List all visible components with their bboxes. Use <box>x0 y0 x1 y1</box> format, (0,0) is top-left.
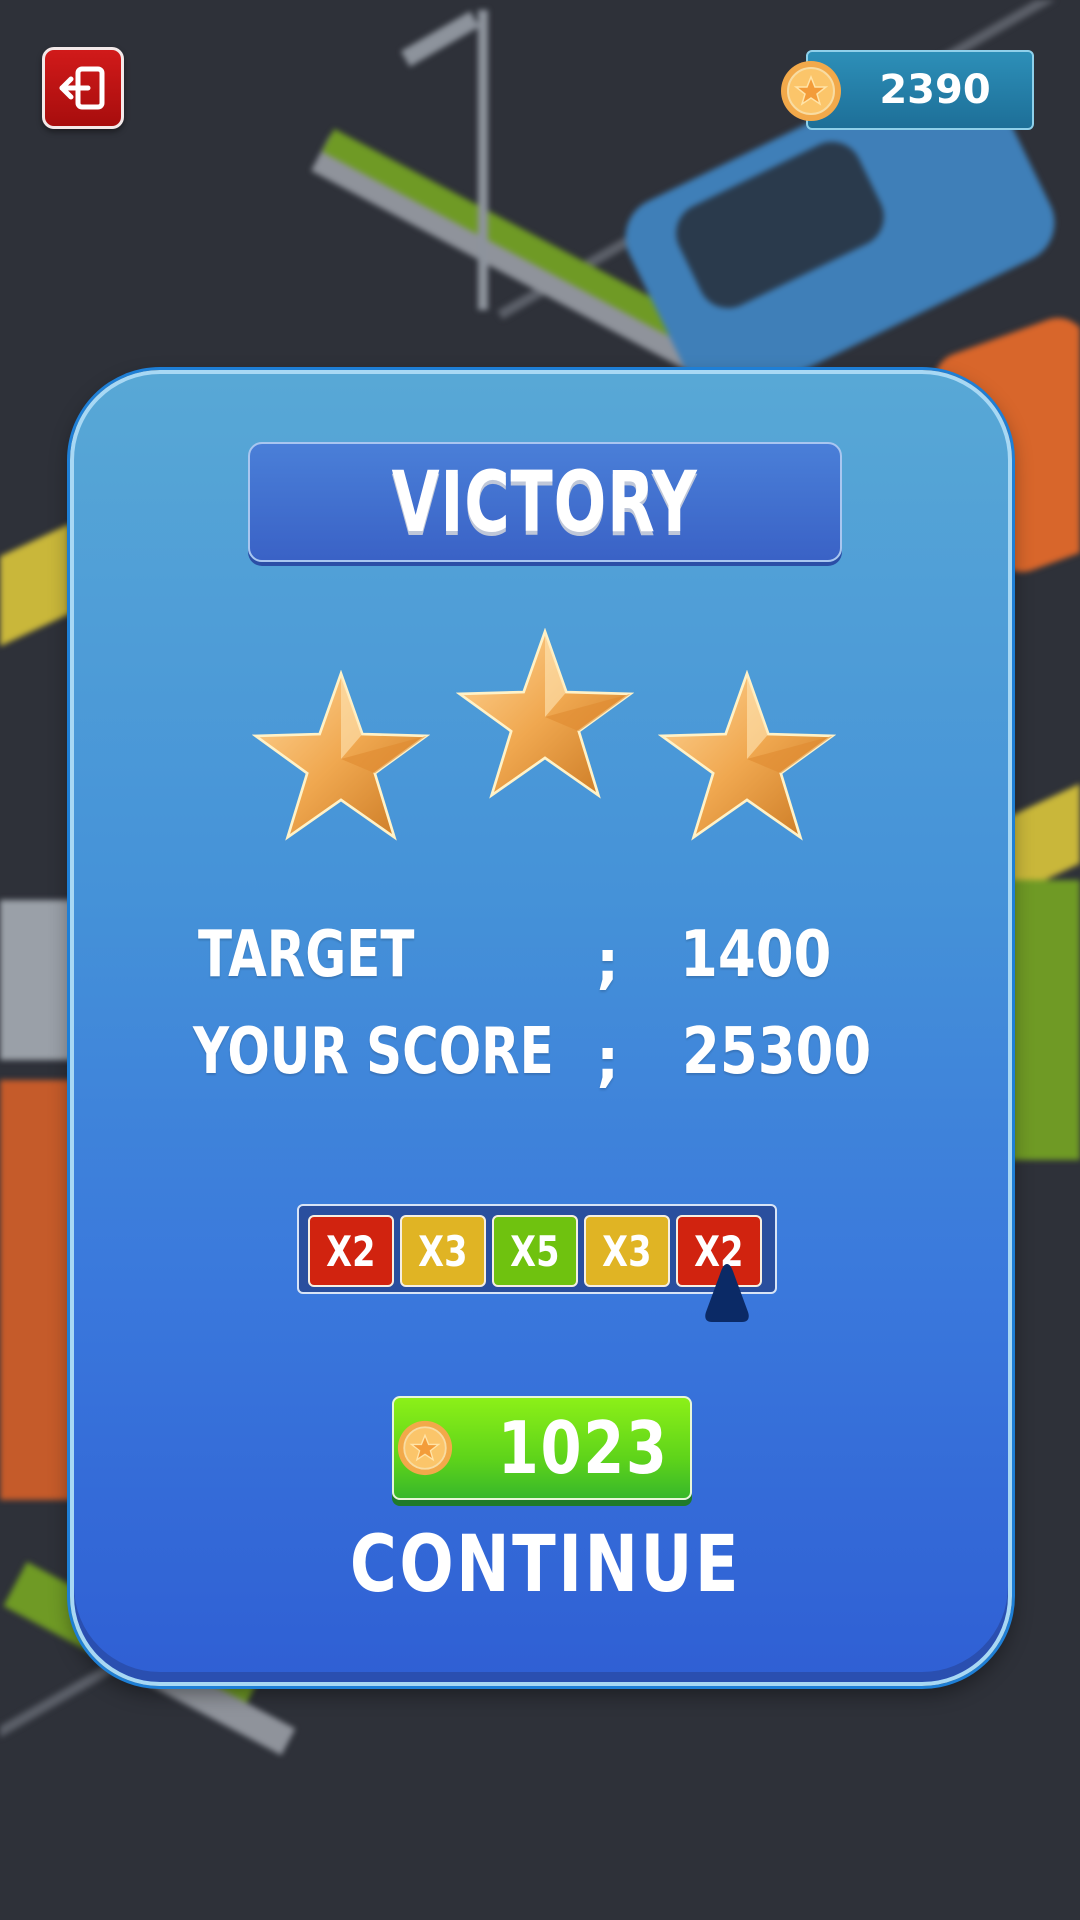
street-lamp <box>478 10 488 310</box>
star-icon <box>456 628 634 799</box>
coin-star-icon <box>397 1420 452 1476</box>
multiplier-x5: X5 <box>492 1215 578 1287</box>
star-icon <box>252 670 430 841</box>
title-plate: VICTORY <box>248 442 842 562</box>
claim-reward-button[interactable]: 1023 <box>392 1396 692 1500</box>
score-value: 25300 <box>682 1015 872 1089</box>
grass-strip <box>1010 880 1080 1160</box>
multiplier-x3: X3 <box>400 1215 486 1287</box>
multiplier-pointer-icon <box>705 1264 749 1322</box>
target-label: TARGET <box>198 918 415 992</box>
reward-amount: 1023 <box>497 1406 669 1490</box>
coin-balance: 2390 <box>879 67 991 113</box>
page-title: VICTORY <box>392 453 698 551</box>
coin-star-icon <box>781 61 841 121</box>
target-value: 1400 <box>680 918 832 992</box>
score-separator: ; <box>596 1026 620 1094</box>
exit-door-icon <box>59 66 105 110</box>
continue-label: CONTINUE <box>349 1520 741 1610</box>
score-label: YOUR SCORE <box>193 1015 554 1089</box>
parking-barrier <box>0 523 70 647</box>
street-lamp <box>400 11 480 67</box>
orange-bus <box>0 1080 80 1500</box>
continue-button[interactable]: CONTINUE <box>349 1520 738 1610</box>
target-separator: ; <box>596 928 620 996</box>
multiplier-x3: X3 <box>584 1215 670 1287</box>
bus-roof <box>0 900 80 1060</box>
exit-button[interactable] <box>42 47 124 129</box>
star-icon <box>658 670 836 841</box>
multiplier-x2: X2 <box>308 1215 394 1287</box>
